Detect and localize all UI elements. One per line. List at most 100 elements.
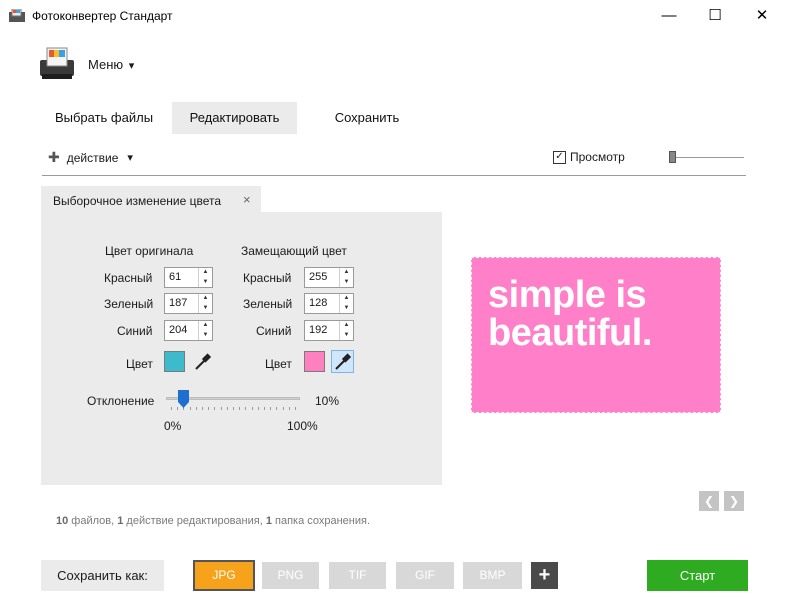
chevron-down-icon: ▾ [128,60,135,72]
zoom-slider-thumb[interactable] [669,151,677,163]
down-arrow-icon[interactable]: ▼ [340,278,353,288]
checkbox-checked-icon: ✓ [553,150,566,164]
original-header: Цвет оригинала [105,244,194,258]
up-arrow-icon[interactable]: ▲ [340,294,353,304]
tab-save[interactable]: Сохранить [305,102,429,134]
up-arrow-icon[interactable]: ▲ [199,268,212,278]
format-png-button[interactable]: PNG [262,562,319,589]
slider-tick [189,407,191,410]
slider-tick [257,407,259,410]
slider-tick [276,407,278,410]
original-blue-label: Синий [117,324,153,338]
replace-green-value[interactable]: 128 [305,294,339,313]
files-text: файлов, [68,515,118,527]
original-color-label: Цвет [126,357,153,371]
files-count: 10 [56,515,69,527]
down-arrow-icon[interactable]: ▼ [340,331,353,341]
up-arrow-icon[interactable]: ▲ [199,294,212,304]
format-tif-button[interactable]: TIF [329,562,386,589]
original-blue-value[interactable]: 204 [165,321,198,340]
down-arrow-icon[interactable]: ▼ [199,278,212,288]
slider-tick [214,407,216,410]
original-red-value[interactable]: 61 [165,268,198,287]
up-arrow-icon[interactable]: ▲ [340,321,353,331]
preview-image: simple is beautiful. [471,257,721,413]
slider-tick [295,407,296,410]
original-color-swatch[interactable] [164,351,185,372]
minimize-icon[interactable]: — [646,0,692,30]
folders-text: папка сохранения. [271,515,371,527]
slider-tick [171,407,172,410]
slider-tick [195,407,197,410]
zoom-slider-track [672,157,744,158]
close-tab-icon[interactable]: × [243,192,251,207]
replace-green-label: Зеленый [243,297,293,311]
plus-icon: + [538,564,551,586]
summary-text: 10 файлов, 1 действие редактирования, 1 … [56,515,370,527]
app-logo-icon [40,46,74,80]
deviation-slider[interactable] [166,389,300,413]
replace-blue-label: Синий [256,324,292,338]
original-green-label: Зеленый [104,297,154,311]
replace-blue-stepper[interactable]: 192 ▲ ▼ [304,320,354,341]
preview-text-line1: simple is [488,274,647,316]
menu-label: Меню [88,57,124,72]
maximize-icon[interactable]: ☐ [692,0,738,30]
preview-checkbox[interactable]: ✓ Просмотр [553,150,625,164]
panel-tab[interactable]: Выборочное изменение цвета × [41,186,261,213]
zoom-slider[interactable] [668,150,744,164]
down-arrow-icon[interactable]: ▼ [340,304,353,314]
slider-tick [202,407,203,410]
toolbar-divider [42,175,746,176]
tab-edit[interactable]: Редактировать [172,102,297,134]
add-format-button[interactable]: + [531,562,558,589]
chevron-down-icon: ▾ [127,152,133,164]
prev-button[interactable]: ❮ [699,491,719,511]
eyedropper-icon[interactable] [191,350,214,373]
original-red-label: Красный [104,271,153,285]
original-red-stepper[interactable]: 61 ▲ ▼ [164,267,213,288]
save-as-label: Сохранить как: [41,560,164,591]
next-button[interactable]: ❯ [724,491,744,511]
deviation-value: 10% [315,394,340,408]
preview-label: Просмотр [570,150,625,164]
format-bmp-button[interactable]: BMP [463,562,522,589]
tab-select-files[interactable]: Выбрать файлы [42,102,166,134]
replace-red-value[interactable]: 255 [305,268,339,287]
deviation-max-label: 100% [287,419,318,433]
up-arrow-icon[interactable]: ▲ [340,268,353,278]
format-gif-button[interactable]: GIF [396,562,454,589]
format-jpg-button[interactable]: JPG [193,560,255,591]
deviation-slider-thumb[interactable] [178,390,190,408]
replace-blue-value[interactable]: 192 [305,321,339,340]
up-arrow-icon[interactable]: ▲ [199,321,212,331]
slider-tick [251,407,253,410]
original-blue-stepper[interactable]: 204 ▲ ▼ [164,320,213,341]
slider-tick [245,407,247,410]
down-arrow-icon[interactable]: ▼ [199,331,212,341]
menu-button[interactable]: Меню ▾ [88,57,134,72]
slider-tick [220,407,222,410]
app-icon [9,8,25,23]
deviation-min-label: 0% [164,419,182,433]
preview-text-line2: beautiful. [488,312,652,354]
slider-tick [226,407,228,410]
start-button[interactable]: Старт [647,560,748,591]
actions-text: действие редактирования, [123,515,266,527]
replace-green-stepper[interactable]: 128 ▲ ▼ [304,293,354,314]
eyedropper-active-icon[interactable] [331,350,354,373]
replace-color-label: Цвет [265,357,292,371]
close-icon[interactable]: ✕ [739,0,785,30]
window-title: Фотоконвертер Стандарт [32,9,173,23]
replace-red-stepper[interactable]: 255 ▲ ▼ [304,267,354,288]
slider-tick [270,407,272,410]
panel-tab-label: Выборочное изменение цвета [53,194,222,208]
add-action-button[interactable]: ✚ действие ▾ [48,149,133,166]
chevron-right-icon: ❯ [728,494,740,508]
down-arrow-icon[interactable]: ▼ [199,304,212,314]
replace-color-swatch[interactable] [304,351,325,372]
original-green-value[interactable]: 187 [165,294,198,313]
slider-tick [208,407,210,410]
original-green-stepper[interactable]: 187 ▲ ▼ [164,293,213,314]
slider-tick [288,407,290,410]
